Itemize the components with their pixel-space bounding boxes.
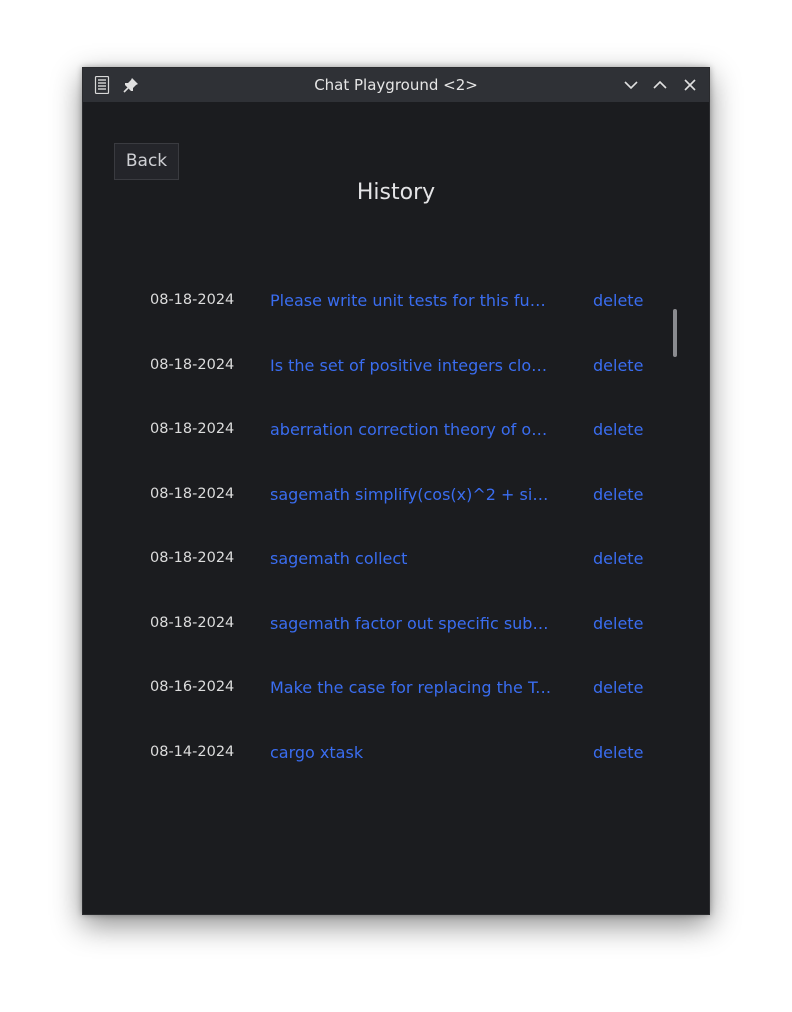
history-item-link[interactable]: Please write unit tests for this functio…: [270, 291, 553, 310]
history-row: 08-18-2024 aberration correction theory …: [83, 413, 709, 478]
history-item-link[interactable]: sagemath collect: [270, 549, 553, 568]
history-item-link[interactable]: Make the case for replacing the Taylor s…: [270, 678, 553, 697]
history-date: 08-14-2024: [150, 743, 235, 760]
delete-link[interactable]: delete: [593, 485, 643, 504]
delete-link[interactable]: delete: [593, 356, 643, 375]
delete-link[interactable]: delete: [593, 678, 643, 697]
history-date: 08-16-2024: [150, 679, 235, 695]
history-item-link[interactable]: sagemath factor out specific subexpressi…: [270, 614, 553, 633]
delete-link[interactable]: delete: [593, 614, 643, 633]
delete-link[interactable]: delete: [593, 549, 643, 568]
history-date: 08-18-2024: [150, 356, 235, 373]
scrollbar-thumb[interactable]: [673, 309, 677, 357]
history-row: 08-18-2024 sagemath simplify(cos(x)^2 + …: [83, 478, 709, 543]
back-button[interactable]: Back: [114, 143, 179, 180]
history-date: 08-18-2024: [150, 292, 235, 308]
window-title: Chat Playground <2>: [314, 76, 478, 94]
history-list: 08-18-2024 Please write unit tests for t…: [83, 284, 709, 800]
maximize-icon[interactable]: [650, 75, 670, 95]
delete-link[interactable]: delete: [593, 743, 643, 762]
history-item-link[interactable]: sagemath simplify(cos(x)^2 + sin(x)^2): [270, 485, 553, 504]
history-row: 08-14-2024 cargo xtask delete: [83, 736, 709, 801]
history-item-link[interactable]: cargo xtask: [270, 743, 553, 762]
history-view: Back History 08-18-2024 Please write uni…: [83, 102, 709, 914]
history-row: 08-18-2024 Is the set of positive intege…: [83, 349, 709, 414]
history-row: 08-18-2024 sagemath factor out specific …: [83, 607, 709, 672]
history-date: 08-18-2024: [150, 614, 235, 631]
history-date: 08-18-2024: [150, 485, 235, 502]
history-row: 08-18-2024 sagemath collect delete: [83, 542, 709, 607]
history-date: 08-18-2024: [150, 550, 235, 566]
delete-link[interactable]: delete: [593, 420, 643, 439]
close-icon[interactable]: [680, 75, 700, 95]
history-item-link[interactable]: Is the set of positive integers closed u…: [270, 356, 553, 375]
minimize-icon[interactable]: [621, 75, 641, 95]
page-title: History: [356, 180, 436, 205]
history-date: 08-18-2024: [150, 421, 235, 437]
title-bar[interactable]: Chat Playground <2>: [83, 68, 709, 102]
history-row: 08-16-2024 Make the case for replacing t…: [83, 671, 709, 736]
delete-link[interactable]: delete: [593, 291, 643, 310]
history-row: 08-18-2024 Please write unit tests for t…: [83, 284, 709, 349]
app-window: Chat Playground <2> Back History 08-18-2…: [82, 67, 710, 915]
history-item-link[interactable]: aberration correction theory of optical …: [270, 420, 553, 439]
